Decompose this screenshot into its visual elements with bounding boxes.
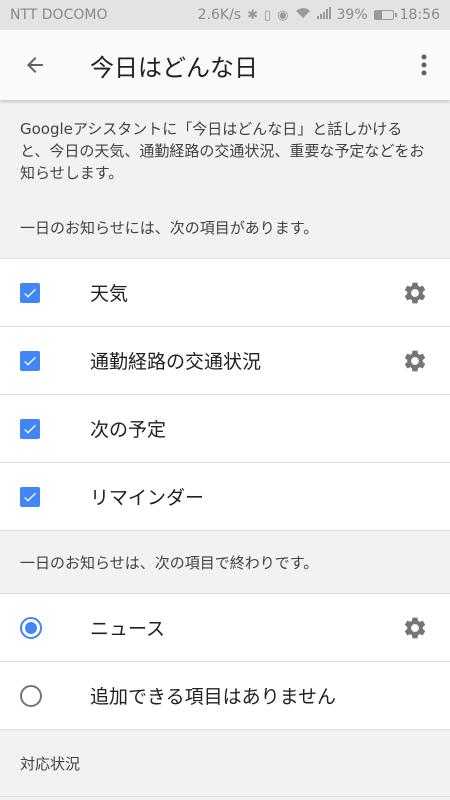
none-radio[interactable] xyxy=(20,684,42,707)
status-bar: NTT DOCOMO 2.6K/s ✱ ▯ ◉ 39% 18:56 xyxy=(0,0,450,30)
eye-icon: ◉ xyxy=(277,7,289,23)
clock: 18:56 xyxy=(399,7,440,23)
list-item-next-event[interactable]: 次の予定 xyxy=(0,395,450,463)
news-radio[interactable] xyxy=(20,616,42,639)
more-vert-icon xyxy=(421,54,427,76)
page-title: 今日はどんな日 xyxy=(90,53,258,82)
status-icons: 2.6K/s ✱ ▯ ◉ 39% 18:56 xyxy=(198,7,440,23)
arrow-back-icon xyxy=(27,57,43,73)
app-bar: 今日はどんな日 xyxy=(0,30,450,100)
reminders-checkbox[interactable] xyxy=(20,486,40,507)
weather-label: 天気 xyxy=(90,283,129,305)
news-label: ニュース xyxy=(90,618,166,640)
list-item-weather[interactable]: 天気 xyxy=(0,259,450,327)
next-event-label: 次の予定 xyxy=(90,419,167,441)
none-label: 追加できる項目はありません xyxy=(90,686,337,708)
intro-text: Googleアシスタントに「今日はどんな日」と話しかけると、今日の天気、通勤経路… xyxy=(20,120,425,182)
check-icon xyxy=(24,356,36,366)
next-event-checkbox[interactable] xyxy=(20,418,40,439)
list-item-reminders[interactable]: リマインダー xyxy=(0,463,450,531)
gear-icon xyxy=(404,282,426,304)
weather-checkbox[interactable] xyxy=(20,282,40,303)
battery-icon xyxy=(373,10,397,20)
network-speed: 2.6K/s xyxy=(197,7,242,23)
more-options-button[interactable] xyxy=(406,30,442,100)
signal-icon xyxy=(316,7,331,23)
battery-percent: 39% xyxy=(336,7,368,23)
list-item-news[interactable]: ニュース xyxy=(0,594,450,662)
reminders-label: リマインダー xyxy=(90,487,205,509)
back-button[interactable] xyxy=(0,30,70,100)
list-item-none[interactable]: 追加できる項目はありません xyxy=(0,662,450,730)
section-end-label: 一日のお知らせは、次の項目で終わりです。 xyxy=(20,553,319,572)
bluetooth-icon: ✱ xyxy=(247,7,259,23)
wifi-icon xyxy=(295,7,311,23)
start-items-list: 天気 通勤経路の交通状況 次の予定 リマインダー xyxy=(0,258,450,531)
carrier-label: NTT DOCOMO xyxy=(10,7,108,23)
commute-checkbox[interactable] xyxy=(20,350,40,371)
vibrate-icon: ▯ xyxy=(264,7,272,23)
check-icon xyxy=(24,492,36,502)
list-item-commute[interactable]: 通勤経路の交通状況 xyxy=(0,327,450,395)
support-status-link[interactable]: 対応状況 xyxy=(0,730,450,797)
check-icon xyxy=(24,288,36,298)
section-start-label: 一日のお知らせには、次の項目があります。 xyxy=(20,218,319,237)
commute-settings-button[interactable] xyxy=(402,327,428,395)
news-settings-button[interactable] xyxy=(402,594,428,662)
commute-label: 通勤経路の交通状況 xyxy=(90,351,262,373)
end-items-list: ニュース 追加できる項目はありません xyxy=(0,593,450,730)
check-icon xyxy=(24,424,36,434)
gear-icon xyxy=(404,350,426,372)
weather-settings-button[interactable] xyxy=(402,259,428,327)
gear-icon xyxy=(404,617,426,639)
